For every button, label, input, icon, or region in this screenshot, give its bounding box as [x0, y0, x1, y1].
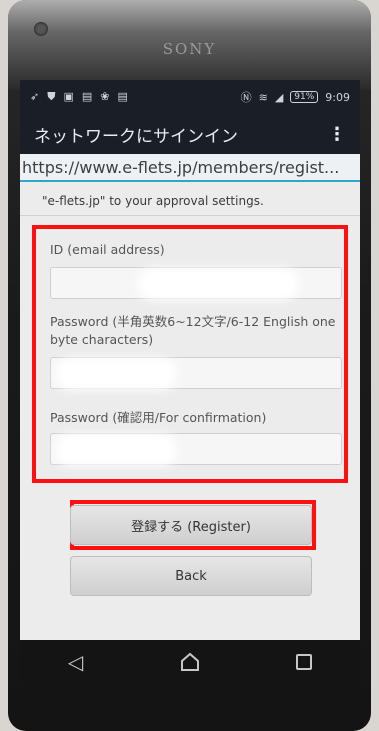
- back-nav-icon[interactable]: ◁: [68, 650, 83, 674]
- action-bar: ネットワークにサインイン ⋮: [20, 114, 360, 154]
- redacted-value: [61, 440, 171, 460]
- signal-icon: ➶: [30, 90, 40, 103]
- home-nav-icon[interactable]: [179, 651, 201, 673]
- password-label: Password (半角英数6~12文字/6-12 English one by…: [50, 314, 336, 347]
- screen: ➶ ⛊ ▣ ▤ ❀ ▤ Ⓝ ≋ ◢ 91% 9:09 ネットワークにサインイン …: [20, 80, 360, 640]
- status-bar: ➶ ⛊ ▣ ▤ ❀ ▤ Ⓝ ≋ ◢ 91% 9:09: [20, 80, 360, 114]
- image-icon: ▣: [63, 90, 74, 103]
- shield-icon: ⛊: [47, 90, 56, 103]
- front-camera: [34, 22, 48, 36]
- approval-note: "e-flets.jp" to your approval settings.: [20, 182, 360, 216]
- redacted-value: [61, 364, 171, 384]
- password-field[interactable]: [50, 357, 342, 389]
- url-bar[interactable]: https://www.e-flets.jp/members/regist...: [20, 154, 360, 182]
- notification-icon: ▤: [81, 90, 93, 103]
- email-field[interactable]: [50, 267, 342, 299]
- id-label: ID (email address): [50, 242, 165, 257]
- notification-icon: ▤: [117, 90, 128, 103]
- battery-indicator: 91%: [290, 91, 319, 103]
- wifi-icon: ≋: [258, 90, 268, 104]
- redacted-value: [143, 274, 293, 294]
- page-title: ネットワークにサインイン: [34, 126, 238, 147]
- overflow-menu-icon[interactable]: ⋮: [328, 124, 346, 145]
- nfc-icon: Ⓝ: [240, 91, 252, 104]
- register-button[interactable]: 登録する (Register): [70, 505, 312, 545]
- confirm-password-field[interactable]: [50, 433, 342, 465]
- settings-icon: ❀: [100, 90, 110, 103]
- recent-apps-icon[interactable]: [296, 654, 313, 670]
- clock: 9:09: [325, 90, 350, 104]
- confirm-password-label: Password (確認用/For confirmation): [50, 410, 267, 425]
- back-button[interactable]: Back: [70, 556, 312, 596]
- registration-form-highlight: ID (email address) Password (半角英数6~12文字/…: [32, 225, 348, 483]
- device-brand: SONY: [162, 40, 217, 58]
- navigation-bar: ◁: [20, 640, 360, 684]
- cell-signal-icon: ◢: [274, 90, 284, 104]
